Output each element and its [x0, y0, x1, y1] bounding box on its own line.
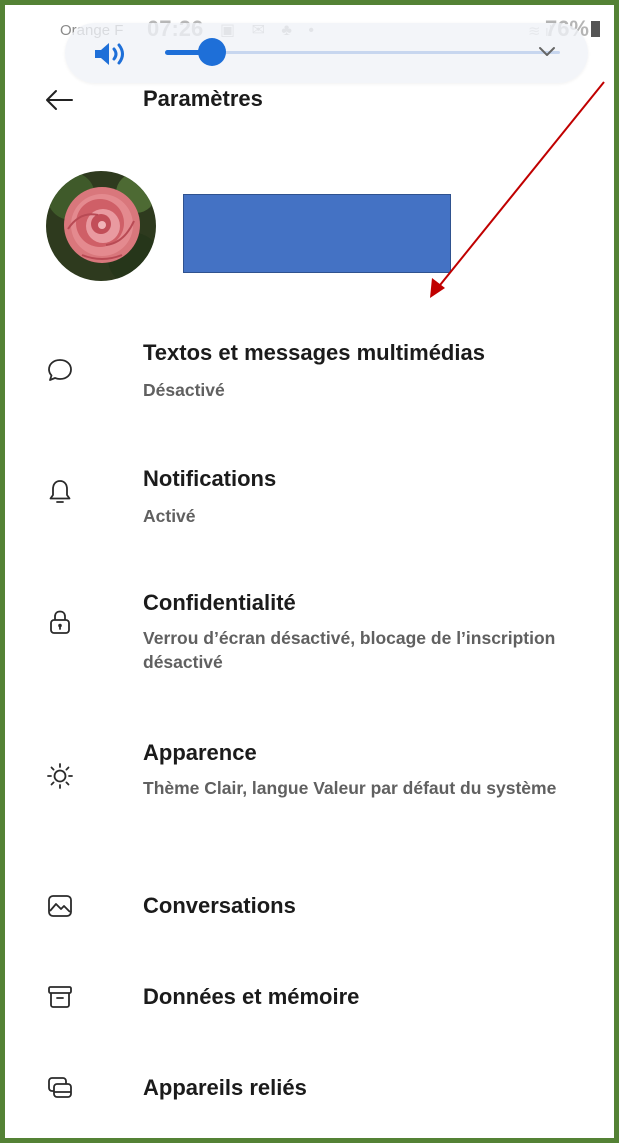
chat-bubble-icon — [48, 359, 72, 381]
settings-item-label: Textos et messages multimédias — [143, 340, 485, 365]
settings-item-label: Conversations — [143, 893, 296, 918]
settings-item-subtitle: Activé — [143, 506, 196, 526]
settings-item-subtitle: Verrou d’écran désactivé, blocage de l’i… — [143, 628, 556, 672]
volume-slider-thumb[interactable] — [198, 38, 227, 66]
linked-devices-icon — [48, 1077, 72, 1098]
back-arrow-icon[interactable] — [44, 88, 74, 112]
sun-icon — [47, 763, 73, 789]
chevron-down-icon[interactable] — [535, 41, 559, 61]
settings-item-label: Confidentialité — [143, 590, 296, 615]
settings-item-label: Appareils reliés — [143, 1075, 307, 1100]
speaker-icon[interactable] — [91, 39, 131, 69]
volume-panel — [65, 23, 588, 83]
settings-item-label: Apparence — [143, 740, 257, 765]
settings-item-subtitle: Désactivé — [143, 380, 225, 400]
archive-icon — [48, 986, 72, 1008]
lock-icon — [50, 610, 70, 634]
redacted-profile-name[interactable] — [183, 194, 451, 273]
settings-item-label: Notifications — [143, 466, 277, 491]
image-icon — [48, 895, 72, 917]
settings-item-subtitle: Thème Clair, langue Valeur par défaut du… — [143, 778, 557, 798]
volume-slider[interactable] — [165, 38, 560, 66]
bell-icon — [49, 480, 71, 503]
page-title: Paramètres — [143, 86, 263, 111]
battery-icon — [591, 21, 600, 37]
settings-item-label: Données et mémoire — [143, 984, 360, 1009]
avatar[interactable] — [46, 171, 156, 281]
rose-photo — [46, 171, 156, 281]
app-bar: Paramètres — [0, 80, 619, 120]
